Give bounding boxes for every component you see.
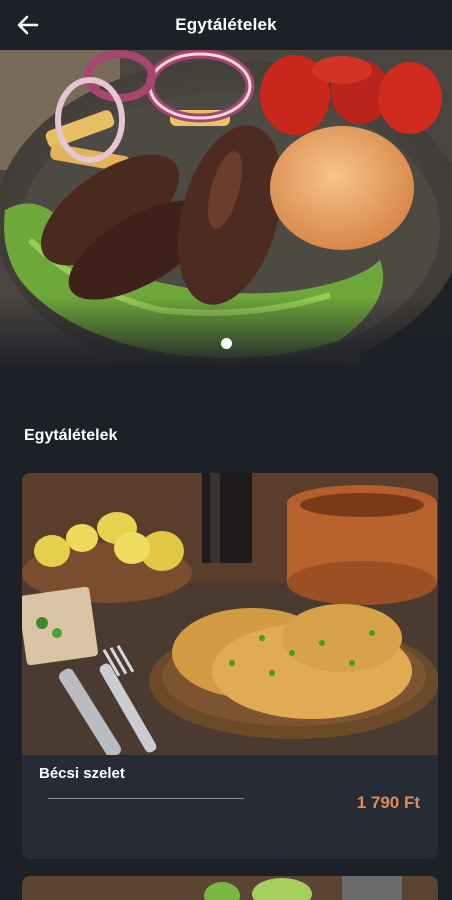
hero-fade xyxy=(0,296,452,366)
divider xyxy=(48,798,244,799)
menu-item-price: 1 790 Ft xyxy=(356,793,420,812)
back-button[interactable] xyxy=(14,11,42,39)
menu-item-card-next[interactable] xyxy=(22,876,438,900)
menu-item-card[interactable]: Bécsi szelet 1 790 Ft xyxy=(22,473,438,859)
section-title: Egytálételek xyxy=(24,427,118,444)
app-header: Egytálételek xyxy=(0,0,452,50)
menu-item-name: Bécsi szelet xyxy=(39,765,125,782)
arrow-left-icon xyxy=(17,15,39,35)
carousel-indicator xyxy=(0,338,452,349)
menu-item-image-next xyxy=(22,876,438,900)
carousel-dot-active[interactable] xyxy=(220,338,232,349)
hero-carousel[interactable] xyxy=(0,50,452,366)
page-title: Egytálételek xyxy=(175,15,277,34)
menu-item-image xyxy=(22,473,438,755)
